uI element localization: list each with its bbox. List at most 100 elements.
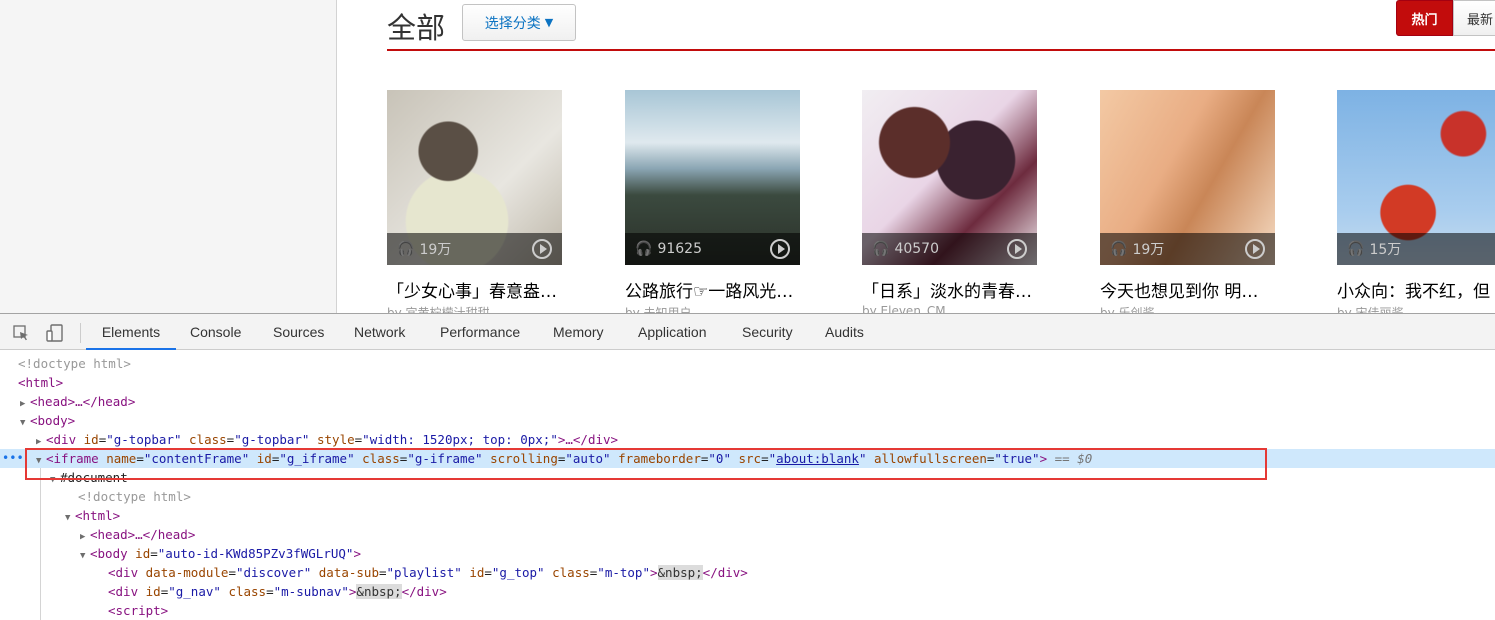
doctype-text: <!doctype html> (78, 489, 191, 504)
playlist-creator[interactable]: by 宋佳丽酱 (1337, 304, 1495, 313)
tag-text: <div (46, 432, 77, 447)
web-page: 全部 选择分类 ▼ 热门 最新 🎧 19万 「少女心事」春意盎… by 宜黄柠檬… (0, 0, 1495, 313)
playlist-cover[interactable]: 🎧 19万 (387, 90, 562, 265)
playlist-title[interactable]: 「日系」淡水的青春… (862, 277, 1042, 302)
playlist-title[interactable]: 今天也想见到你 明… (1100, 277, 1280, 302)
playlist-cover[interactable]: 🎧 19万 (1100, 90, 1275, 265)
dom-node-head[interactable]: ▶ <head>…</head> (0, 392, 1495, 411)
playlist-creator[interactable]: by 乐创酱 (1100, 304, 1280, 313)
headphones-icon: 🎧 (635, 241, 653, 257)
attr-value: "width: 1520px; top: 0px;" (362, 432, 558, 447)
headphones-icon: 🎧 (872, 241, 890, 257)
left-gutter (0, 0, 337, 313)
dom-node-body[interactable]: ▼ <body> (0, 411, 1495, 430)
nbsp-entity: &nbsp; (657, 565, 703, 580)
tag-text: >…</div> (557, 432, 619, 447)
tag-text: <div (108, 584, 139, 599)
headphones-icon: 🎧 (1347, 241, 1365, 257)
attr-value: "m-top" (597, 565, 650, 580)
playlist-creator[interactable]: by 未知用户 (625, 304, 805, 313)
attr-value: "g_nav" (168, 584, 221, 599)
more-options-icon[interactable]: ••• (2, 449, 24, 468)
tag-text: <div (108, 565, 139, 580)
tab-memory[interactable]: Memory (553, 314, 604, 350)
playlist-title[interactable]: 公路旅行☞一路风光… (625, 277, 805, 302)
tag-text: <head>…</head> (90, 527, 196, 542)
tab-sources[interactable]: Sources (273, 314, 324, 350)
play-icon[interactable] (770, 239, 790, 259)
tab-elements[interactable]: Elements (86, 314, 176, 350)
play-icon[interactable] (1007, 239, 1027, 259)
dom-node-doctype[interactable]: <!doctype html> (0, 354, 1495, 373)
dom-node-topbar[interactable]: ▶ <div id="g-topbar" class="g-topbar" sty… (0, 430, 1495, 449)
playlist-cover[interactable]: 🎧 40570 (862, 90, 1037, 265)
annotation-highlight-box (25, 448, 1267, 480)
tab-console[interactable]: Console (190, 314, 241, 350)
dom-node-g-nav[interactable]: <div id="g_nav" class="m-subnav">&nbsp;<… (0, 582, 1495, 601)
attr-value: "m-subnav" (273, 584, 349, 599)
hot-button[interactable]: 热门 (1396, 0, 1453, 36)
chevron-down-icon: ▼ (544, 16, 554, 29)
playlist-cover[interactable]: 🎧 15万 (1337, 90, 1495, 265)
attr-value: "playlist" (386, 565, 462, 580)
tab-application[interactable]: Application (638, 314, 707, 350)
attr-name: data-module (145, 565, 229, 580)
tab-network[interactable]: Network (354, 314, 405, 350)
attr-value: "g-topbar" (234, 432, 310, 447)
cover-info-bar: 🎧 15万 (1337, 233, 1495, 265)
dom-node-body[interactable]: ▼ <body id="auto-id-KWd85PZv3fWGLrUQ"> (0, 544, 1495, 563)
tab-security[interactable]: Security (742, 314, 793, 350)
tag-text: <body (90, 546, 128, 561)
tab-audits[interactable]: Audits (825, 314, 864, 350)
attr-value: "g_top" (491, 565, 545, 580)
dom-node-g-top[interactable]: <div data-module="discover" data-sub="pl… (0, 563, 1495, 582)
dom-tree: <!doctype html> <html> ▶ <head>…</head> ▼… (0, 351, 1495, 620)
tag-text: </div> (401, 584, 447, 599)
dom-node-head[interactable]: ▶ <head>…</head> (0, 525, 1495, 544)
new-button[interactable]: 最新 (1453, 0, 1495, 36)
attr-name: data-sub (318, 565, 379, 580)
category-title: 全部 (387, 11, 446, 45)
doctype-text: <!doctype html> (18, 356, 131, 371)
attr-name: style (317, 432, 355, 447)
select-category-button[interactable]: 选择分类 ▼ (462, 4, 576, 41)
cover-info-bar: 🎧 19万 (387, 233, 562, 265)
tag-text: <html> (75, 508, 121, 523)
playlist-title[interactable]: 「少女心事」春意盎… (387, 277, 567, 302)
cover-info-bar: 🎧 40570 (862, 233, 1037, 265)
nbsp-entity: &nbsp; (356, 584, 402, 599)
tag-text: > (353, 546, 361, 561)
select-category-label: 选择分类 (484, 15, 541, 32)
attr-name: id (135, 546, 151, 561)
playlist-creator[interactable]: by 宜黄柠檬汁甜甜 (387, 304, 567, 313)
cover-info-bar: 🎧 19万 (1100, 233, 1275, 265)
dom-node-html[interactable]: <html> (0, 373, 1495, 392)
play-count: 40570 (894, 241, 939, 257)
dom-node-doctype[interactable]: <!doctype html> (0, 487, 1495, 506)
play-count: 15万 (1369, 242, 1402, 258)
tag-text: <head>…</head> (30, 394, 136, 409)
play-icon[interactable] (1245, 239, 1265, 259)
play-count: 19万 (1132, 242, 1165, 258)
attr-name: id (83, 432, 99, 447)
attr-name: id (145, 584, 161, 599)
cover-info-bar: 🎧 91625 (625, 233, 800, 265)
headphones-icon: 🎧 (1110, 241, 1128, 257)
dom-node-html[interactable]: ▼ <html> (0, 506, 1495, 525)
device-toolbar-icon[interactable] (45, 323, 65, 343)
inspect-element-icon[interactable] (13, 325, 29, 341)
tag-text: </div> (702, 565, 748, 580)
tab-performance[interactable]: Performance (440, 314, 520, 350)
play-icon[interactable] (532, 239, 552, 259)
dom-node-script[interactable]: <script> (0, 601, 1495, 620)
tag-text: <script> (108, 603, 169, 618)
playlist-cover[interactable]: 🎧 91625 (625, 90, 800, 265)
headphones-icon: 🎧 (397, 241, 415, 257)
attr-name: class (552, 565, 590, 580)
attr-value: "auto-id-KWd85PZv3fWGLrUQ" (157, 546, 354, 561)
playlist-title[interactable]: 小众向：我不红，但 (1337, 277, 1495, 302)
playlist-creator[interactable]: by Eleven_CM (862, 304, 1042, 313)
attr-name: class (189, 432, 227, 447)
attr-name: id (469, 565, 485, 580)
attr-value: "discover" (235, 565, 312, 580)
